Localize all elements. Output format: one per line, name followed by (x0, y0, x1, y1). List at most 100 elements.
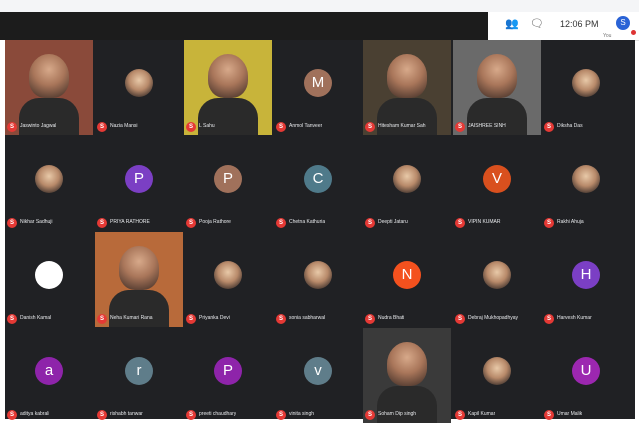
video-feed (208, 54, 248, 98)
participant-name: VIPIN KUMAR (468, 219, 501, 225)
participant-name: Nudra Bhati (378, 315, 405, 321)
mic-muted-icon: S (544, 313, 554, 324)
participant-tile[interactable]: V S VIPIN KUMAR (453, 136, 541, 231)
participant-name: aditya kabrali (20, 411, 50, 417)
participant-tile[interactable]: S Diksha Das (542, 40, 630, 135)
participant-name: Deepti Jataru (378, 219, 408, 225)
video-feed (387, 342, 427, 386)
participant-name-row: S VIPIN KUMAR (455, 217, 501, 228)
participant-name: sonia sabharwal (289, 315, 326, 321)
mic-muted-icon: S (97, 313, 107, 324)
participant-tile[interactable]: S Kapil Kumar (453, 328, 541, 423)
avatar: v (304, 357, 332, 385)
participant-name: Chetna Kathuria (289, 219, 326, 225)
top-bar: 👥 🗨 12:06 PM S You (0, 0, 639, 41)
participant-tile[interactable]: SL Sahu (184, 40, 272, 135)
avatar (214, 261, 242, 289)
participant-name: Umar Malik (557, 411, 583, 417)
mic-muted-icon: S (186, 217, 196, 228)
participant-tile[interactable]: S Danish Kamal (5, 232, 93, 327)
avatar: r (125, 357, 153, 385)
avatar (393, 165, 421, 193)
notification-dot (631, 30, 636, 35)
mic-muted-icon: S (544, 409, 554, 420)
participant-name-row: Saditya kabrali (7, 409, 49, 420)
avatar: P (214, 357, 242, 385)
avatar (304, 261, 332, 289)
participant-name: Jaswinto Jagwal (20, 123, 57, 129)
participant-tile[interactable]: H S Harvesh Kumar (542, 232, 630, 327)
participant-name-row: Svinita singh (276, 409, 314, 420)
participant-name-row: S Danish Kamal (7, 313, 51, 324)
mic-muted-icon: S (365, 121, 375, 132)
participant-name: Kapil Kumar (468, 411, 496, 417)
participant-tile[interactable]: S Deepti Jataru (363, 136, 451, 231)
participant-name: Hitesham Kumar Sah (378, 123, 426, 129)
avatar: U (572, 357, 600, 385)
participant-tile[interactable]: N S Nudra Bhati (363, 232, 451, 327)
participant-name-row: Ssonia sabharwal (276, 313, 325, 324)
participant-tile[interactable]: S Hitesham Kumar Sah (363, 40, 451, 135)
participant-tile[interactable]: S Nazia Mansi (95, 40, 183, 135)
participant-tile[interactable]: S Soham Dip singh (363, 328, 451, 423)
mic-muted-icon: S (7, 409, 17, 420)
participant-tile[interactable]: S Jaswinto Jagwal (5, 40, 93, 135)
mic-muted-icon: S (455, 121, 465, 132)
mic-muted-icon: S (544, 217, 554, 228)
participant-name-row: S Pooja Rathore (186, 217, 231, 228)
participant-tile[interactable]: P S Pooja Rathore (184, 136, 272, 231)
participant-name-row: S Debraj Mukhopadhyay (455, 313, 518, 324)
logo-avatar (35, 261, 63, 289)
avatar: N (393, 261, 421, 289)
mic-muted-icon: S (276, 409, 286, 420)
avatar: P (214, 165, 242, 193)
mic-muted-icon: S (455, 313, 465, 324)
participant-tile[interactable]: S Nikhar Sadhuji (5, 136, 93, 231)
avatar: V (483, 165, 511, 193)
participant-tile[interactable]: S Debraj Mukhopadhyay (453, 232, 541, 327)
participant-name-row: S Harvesh Kumar (544, 313, 592, 324)
participant-tile[interactable]: v Svinita singh (274, 328, 362, 423)
participant-tile[interactable]: P S PRIYA RATHORE (95, 136, 183, 231)
people-icon[interactable]: 👥 (505, 17, 519, 30)
participant-tile[interactable]: Ssonia sabharwal (274, 232, 362, 327)
participant-name-row: S Priyanka Devi (186, 313, 230, 324)
avatar: a (35, 357, 63, 385)
participant-name-row: S Hitesham Kumar Sah (365, 121, 426, 132)
participant-name: Diksha Das (557, 123, 583, 129)
participant-tile[interactable]: U S Umar Malik (542, 328, 630, 423)
participant-name-row: S Rakhi Ahuja (544, 217, 584, 228)
participant-tile[interactable]: a Saditya kabrali (5, 328, 93, 423)
participant-name-row: S Nazia Mansi (97, 121, 138, 132)
participant-tile[interactable]: M S Anmol Tanveer (274, 40, 362, 135)
participant-tile[interactable]: S JAISHREE SINH (453, 40, 541, 135)
participant-tile[interactable]: r Srishabh tanwar (95, 328, 183, 423)
participant-name-row: S Jaswinto Jagwal (7, 121, 56, 132)
participant-name-row: S Chetna Kathuria (276, 217, 325, 228)
participant-name-row: S PRIYA RATHORE (97, 217, 150, 228)
video-feed (477, 54, 517, 98)
participant-name: PRIYA RATHORE (110, 219, 150, 225)
avatar: H (572, 261, 600, 289)
self-label: You (603, 33, 612, 39)
participant-name-row: S Deepti Jataru (365, 217, 408, 228)
participant-name: vinita singh (289, 411, 315, 417)
avatar (572, 69, 600, 97)
participant-tile[interactable]: S Priyanka Devi (184, 232, 272, 327)
video-feed (29, 54, 69, 98)
avatar: M (304, 69, 332, 97)
participant-name: Harvesh Kumar (557, 315, 592, 321)
participant-name: Rakhi Ahuja (557, 219, 584, 225)
mic-muted-icon: S (365, 409, 375, 420)
participant-name: Anmol Tanveer (289, 123, 323, 129)
participant-tile[interactable]: S Rakhi Ahuja (542, 136, 630, 231)
participant-name: rishabh tanwar (110, 411, 143, 417)
avatar (483, 261, 511, 289)
mic-muted-icon: S (7, 217, 17, 228)
mic-muted-icon: S (276, 121, 286, 132)
chat-icon[interactable]: 🗨 (530, 17, 544, 30)
participant-tile[interactable]: S Neha Kumari Rana (95, 232, 183, 327)
participant-tile[interactable]: C S Chetna Kathuria (274, 136, 362, 231)
self-avatar[interactable]: S (616, 16, 630, 30)
participant-tile[interactable]: P Spreeti chaudhary (184, 328, 272, 423)
